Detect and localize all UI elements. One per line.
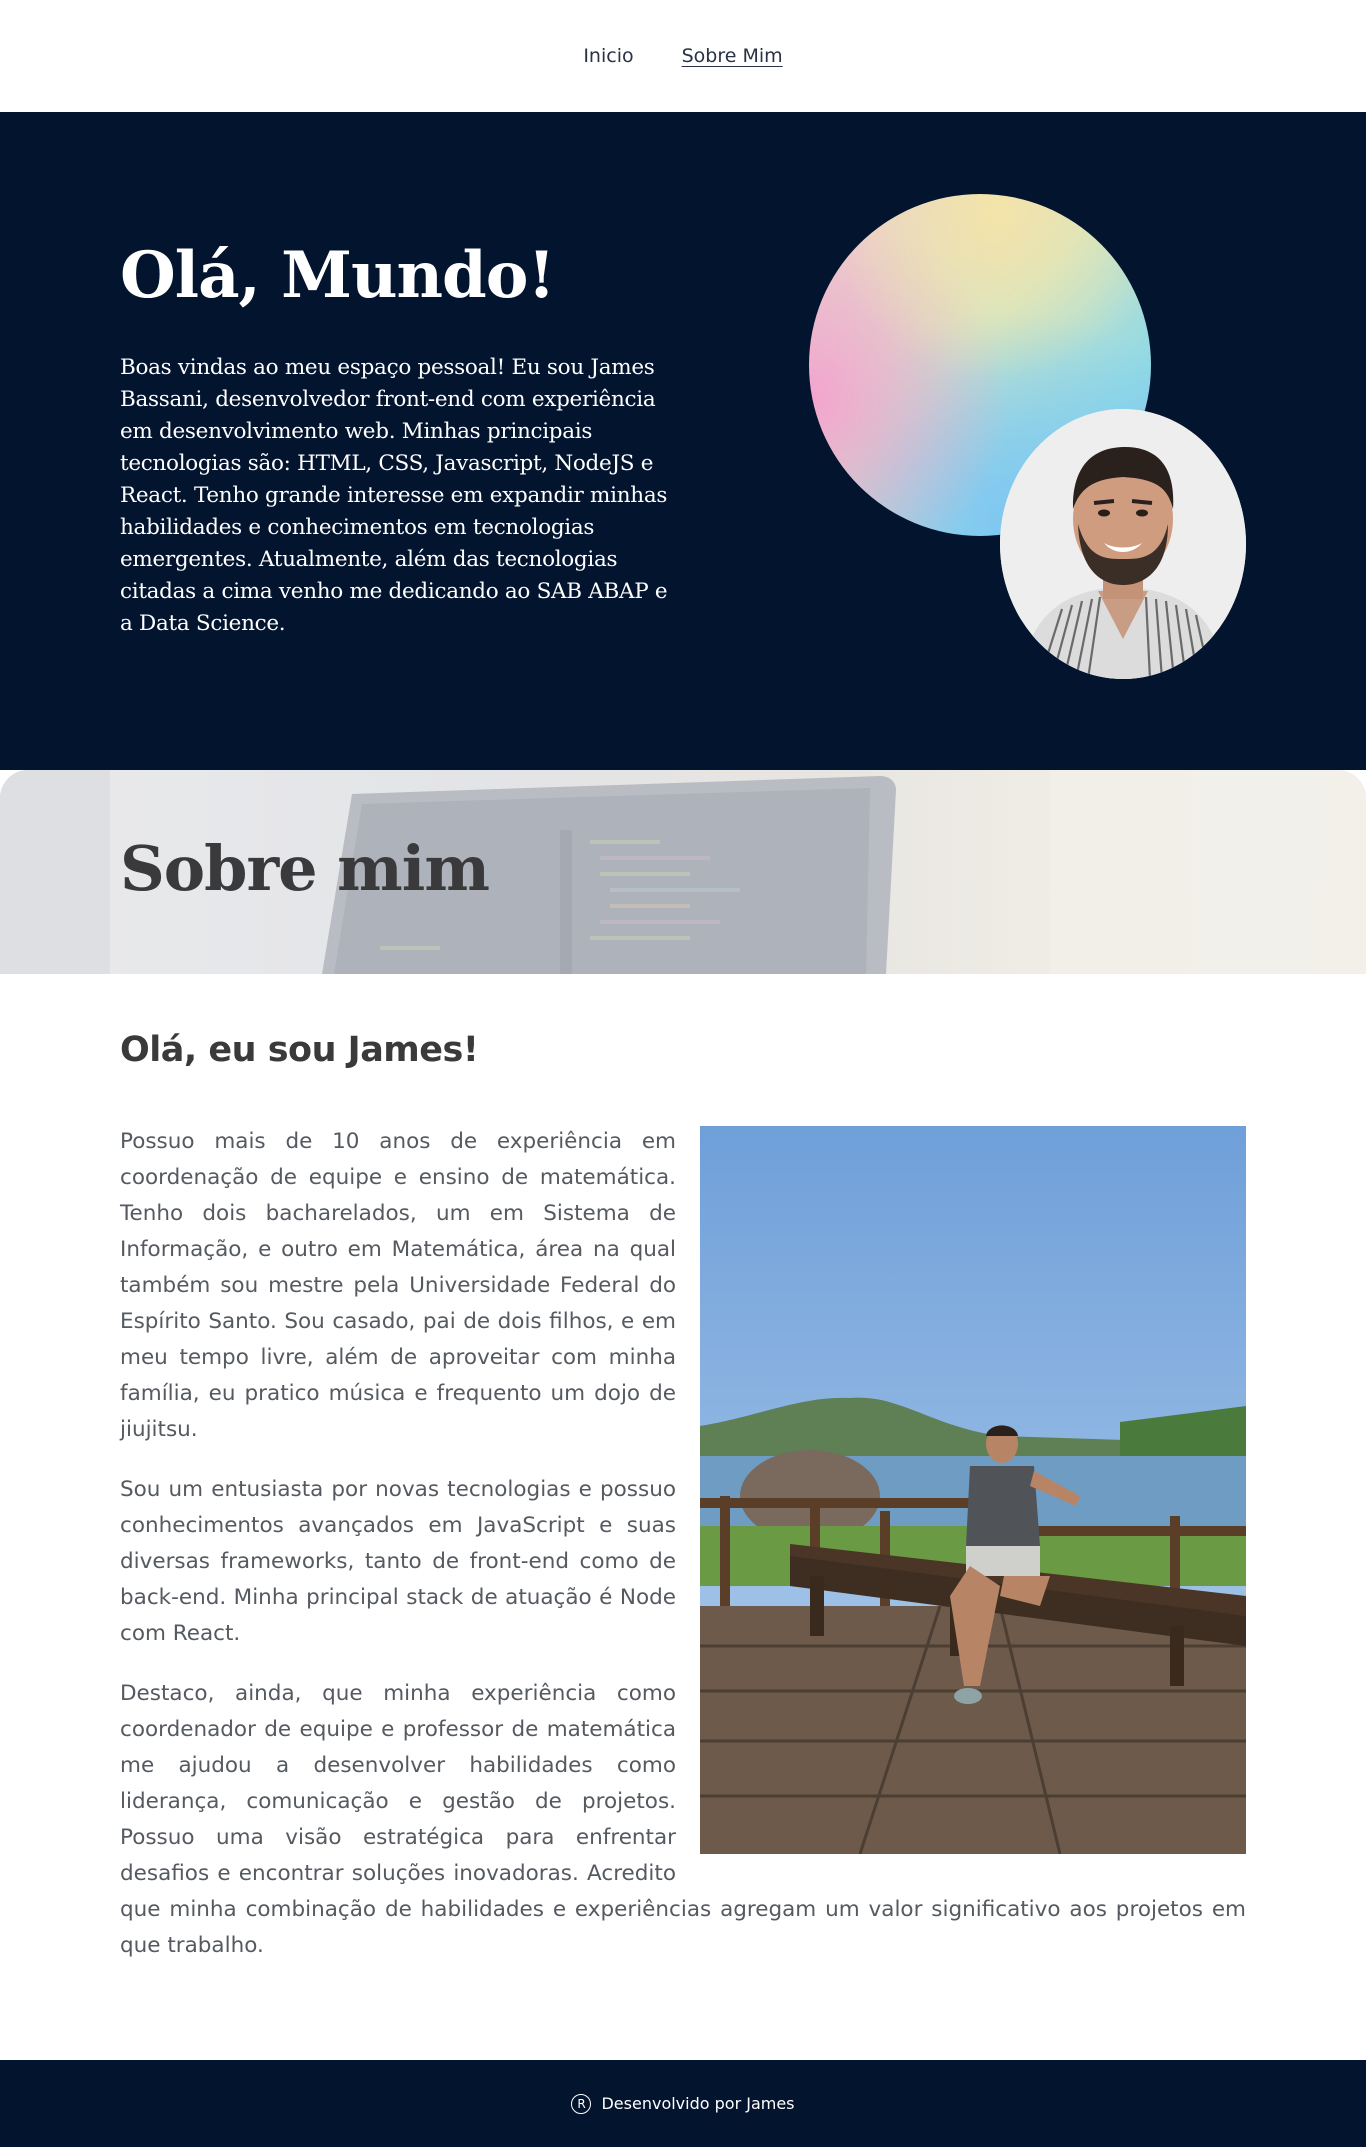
nav-link-inicio[interactable]: Inicio: [583, 45, 633, 67]
avatar: [1000, 409, 1246, 679]
about-banner-title: Sobre mim: [120, 832, 490, 905]
avatar-portrait-image: [1000, 409, 1246, 679]
nav-link-sobre-mim[interactable]: Sobre Mim: [682, 45, 783, 67]
park-photo-image: [700, 1126, 1246, 1854]
footer: R Desenvolvido por James: [0, 2060, 1366, 2147]
about-greeting: Olá, eu sou James!: [120, 1030, 479, 1070]
top-nav: Inicio Sobre Mim: [0, 0, 1366, 112]
hero-title: Olá, Mundo!: [120, 238, 556, 313]
about-article: Possuo mais de 10 anos de experiência em…: [120, 1124, 1246, 1988]
footer-credit: Desenvolvido por James: [601, 2094, 795, 2113]
hero-intro-text: Boas vindas ao meu espaço pessoal! Eu so…: [120, 355, 668, 636]
park-photo: [700, 1126, 1246, 1854]
registered-icon: R: [571, 2093, 592, 2114]
about-banner: Sobre mim: [0, 770, 1366, 974]
hero-section: Olá, Mundo! Boas vindas ao meu espaço pe…: [0, 112, 1366, 770]
